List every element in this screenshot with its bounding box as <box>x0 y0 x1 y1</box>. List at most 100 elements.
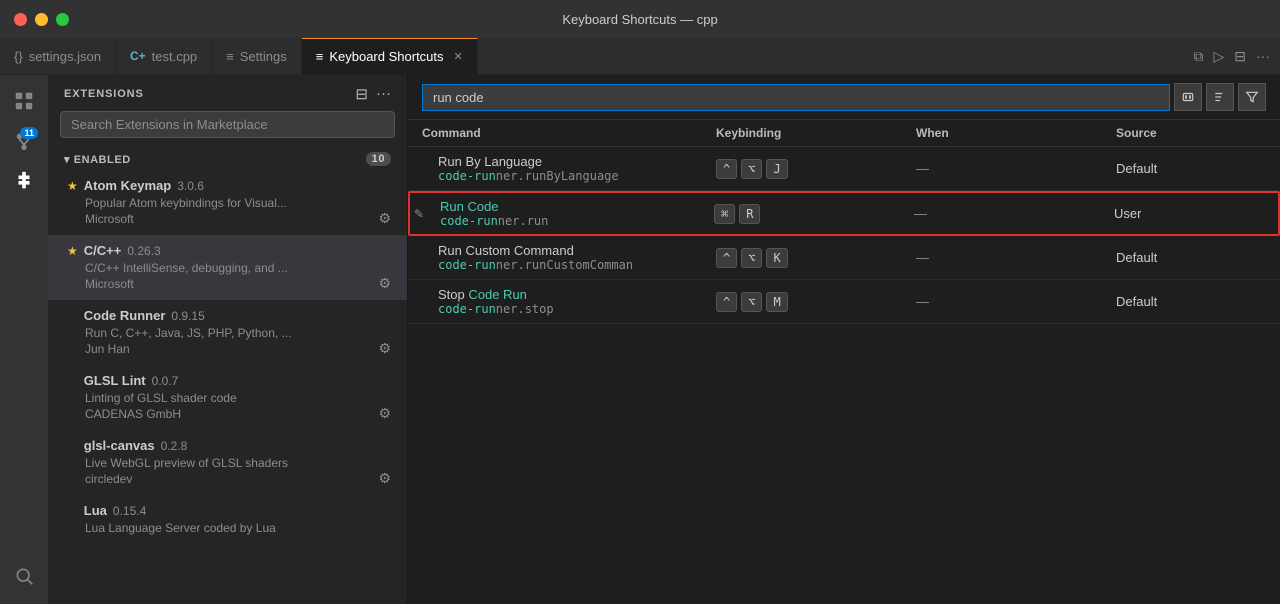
cmd-name-stop: Stop Code Run <box>438 287 716 302</box>
star-icon-lua: ★ <box>67 504 78 518</box>
sidebar-title: EXTENSIONS <box>64 88 144 100</box>
key-ctrl3: ^ <box>716 292 737 312</box>
ext-version-cpp: 0.26.3 <box>127 244 160 258</box>
tab-label-settings-json: settings.json <box>29 49 101 64</box>
ext-publisher-glsl-lint: CADENAS GmbH ⚙ <box>85 405 391 422</box>
tab-label-keyboard-shortcuts: Keyboard Shortcuts <box>329 49 443 64</box>
extensions-search-input[interactable] <box>60 111 395 138</box>
ext-desc-lua: Lua Language Server coded by Lua <box>85 521 391 535</box>
ext-atom-keymap[interactable]: ★ Atom Keymap 3.0.6 Popular Atom keybind… <box>48 170 407 235</box>
titlebar: Keyboard Shortcuts — cpp <box>0 0 1280 38</box>
split-editor-icon[interactable]: ⧉ <box>1193 48 1203 65</box>
ext-gear-glsl-lint[interactable]: ⚙ <box>378 405 391 422</box>
cmd-run-custom: Run Custom Command code-runner.runCustom… <box>422 243 716 272</box>
activity-explorer[interactable] <box>6 83 42 119</box>
tab-test-cpp[interactable]: C+ test.cpp <box>116 38 212 75</box>
ext-publisher-code-runner: Jun Han ⚙ <box>85 340 391 357</box>
key-j: J <box>766 159 787 179</box>
ext-desc-code-runner: Run C, C++, Java, JS, PHP, Python, ... <box>85 326 391 340</box>
star-icon-glsl-lint: ★ <box>67 374 78 388</box>
keybinding-run-custom: ^ ⌥ K <box>716 248 916 268</box>
tab-settings-json[interactable]: {} settings.json <box>0 38 116 75</box>
key-opt2: ⌥ <box>741 248 762 268</box>
close-button[interactable] <box>14 13 27 26</box>
key-ctrl2: ^ <box>716 248 737 268</box>
when-stop: — <box>916 294 1116 309</box>
layout-icon[interactable]: ⊟ <box>1234 48 1246 65</box>
when-run-custom: — <box>916 250 1116 265</box>
ext-desc-glsl-canvas: Live WebGL preview of GLSL shaders <box>85 456 391 470</box>
sidebar-header: EXTENSIONS ⊟ ··· <box>48 75 407 111</box>
key-k: K <box>766 248 787 268</box>
cmd-run-by-language: Run By Language code-runner.runByLanguag… <box>422 154 716 183</box>
cmd-id-run-custom: code-runner.runCustomComman <box>438 258 716 272</box>
tab-label-settings: Settings <box>240 49 287 64</box>
key-opt3: ⌥ <box>741 292 762 312</box>
more-icon[interactable]: ··· <box>376 85 391 103</box>
activity-search[interactable] <box>6 558 42 594</box>
settings-icon: ≡ <box>226 49 234 64</box>
filter-icon[interactable]: ⊟ <box>355 85 368 103</box>
activity-source-control[interactable]: 11 <box>6 123 42 159</box>
ext-cpp[interactable]: ★ C/C++ 0.26.3 C/C++ IntelliSense, debug… <box>48 235 407 300</box>
star-icon-atom: ★ <box>67 179 78 193</box>
run-icon[interactable]: ▷ <box>1213 48 1224 65</box>
ks-search-input[interactable] <box>422 84 1170 111</box>
window-controls <box>14 13 69 26</box>
edit-icon: ✎ <box>414 207 424 221</box>
keybinding-run-code: ⌘ R <box>714 204 914 224</box>
activity-extensions[interactable] <box>6 163 42 199</box>
ext-name-atom: Atom Keymap <box>84 178 171 193</box>
ext-name-cpp: C/C++ <box>84 243 122 258</box>
table-row[interactable]: Run By Language code-runner.runByLanguag… <box>408 147 1280 191</box>
keybinding-run-by-language: ^ ⌥ J <box>716 159 916 179</box>
record-keys-button[interactable] <box>1174 83 1202 111</box>
cmd-id-stop: code-runner.stop <box>438 302 716 316</box>
maximize-button[interactable] <box>56 13 69 26</box>
ext-gear-atom[interactable]: ⚙ <box>378 210 391 227</box>
source-run-by-language: Default <box>1116 161 1266 176</box>
cmd-stop-code-run: Stop Code Run code-runner.stop <box>422 287 716 316</box>
header-keybinding: Keybinding <box>716 126 916 140</box>
source-stop: Default <box>1116 294 1266 309</box>
ext-name-code-runner: Code Runner <box>84 308 166 323</box>
tab-settings[interactable]: ≡ Settings <box>212 38 302 75</box>
keybinding-stop: ^ ⌥ M <box>716 292 916 312</box>
tab-label-test-cpp: test.cpp <box>152 49 198 64</box>
ext-version-atom: 3.0.6 <box>177 179 204 193</box>
sort-keybinding-button[interactable] <box>1206 83 1234 111</box>
ext-name-glsl-lint: GLSL Lint <box>84 373 146 388</box>
tab-close-keyboard-shortcuts[interactable]: ✕ <box>454 50 463 63</box>
ext-desc-glsl-lint: Linting of GLSL shader code <box>85 391 391 405</box>
table-row-run-code[interactable]: ✎ Run Code code-runner.run ⌘ R — User <box>408 191 1280 236</box>
ks-search-bar <box>408 75 1280 120</box>
table-row-run-custom[interactable]: Run Custom Command code-runner.runCustom… <box>408 236 1280 280</box>
ext-desc-atom: Popular Atom keybindings for Visual... <box>85 196 391 210</box>
ext-code-runner[interactable]: ★ Code Runner 0.9.15 Run C, C++, Java, J… <box>48 300 407 365</box>
ext-name-glsl-canvas: glsl-canvas <box>84 438 155 453</box>
cmd-name-run-custom: Run Custom Command <box>438 243 716 258</box>
ext-glsl-canvas[interactable]: ★ glsl-canvas 0.2.8 Live WebGL preview o… <box>48 430 407 495</box>
ext-gear-cpp[interactable]: ⚙ <box>378 275 391 292</box>
header-source: Source <box>1116 126 1266 140</box>
window-title: Keyboard Shortcuts — cpp <box>562 12 717 27</box>
minimize-button[interactable] <box>35 13 48 26</box>
enabled-count: 10 <box>366 152 391 166</box>
ext-version-glsl-lint: 0.0.7 <box>152 374 179 388</box>
filter-button[interactable] <box>1238 83 1266 111</box>
ext-lua[interactable]: ★ Lua 0.15.4 Lua Language Server coded b… <box>48 495 407 543</box>
ext-publisher-glsl-canvas: circledev ⚙ <box>85 470 391 487</box>
key-cmd: ⌘ <box>714 204 735 224</box>
ext-glsl-lint[interactable]: ★ GLSL Lint 0.0.7 Linting of GLSL shader… <box>48 365 407 430</box>
cmd-id-run-code: code-runner.run <box>440 214 714 228</box>
ext-publisher-atom: Microsoft ⚙ <box>85 210 391 227</box>
header-when: When <box>916 126 1116 140</box>
ext-publisher-cpp: Microsoft ⚙ <box>85 275 391 292</box>
source-control-badge: 11 <box>20 127 38 139</box>
table-row-stop-code-run[interactable]: Stop Code Run code-runner.stop ^ ⌥ M — D… <box>408 280 1280 324</box>
ext-gear-code-runner[interactable]: ⚙ <box>378 340 391 357</box>
ext-gear-glsl-canvas[interactable]: ⚙ <box>378 470 391 487</box>
key-ctrl: ^ <box>716 159 737 179</box>
more-actions-icon[interactable]: ··· <box>1256 48 1270 64</box>
tab-keyboard-shortcuts[interactable]: ≡ Keyboard Shortcuts ✕ <box>302 38 478 75</box>
